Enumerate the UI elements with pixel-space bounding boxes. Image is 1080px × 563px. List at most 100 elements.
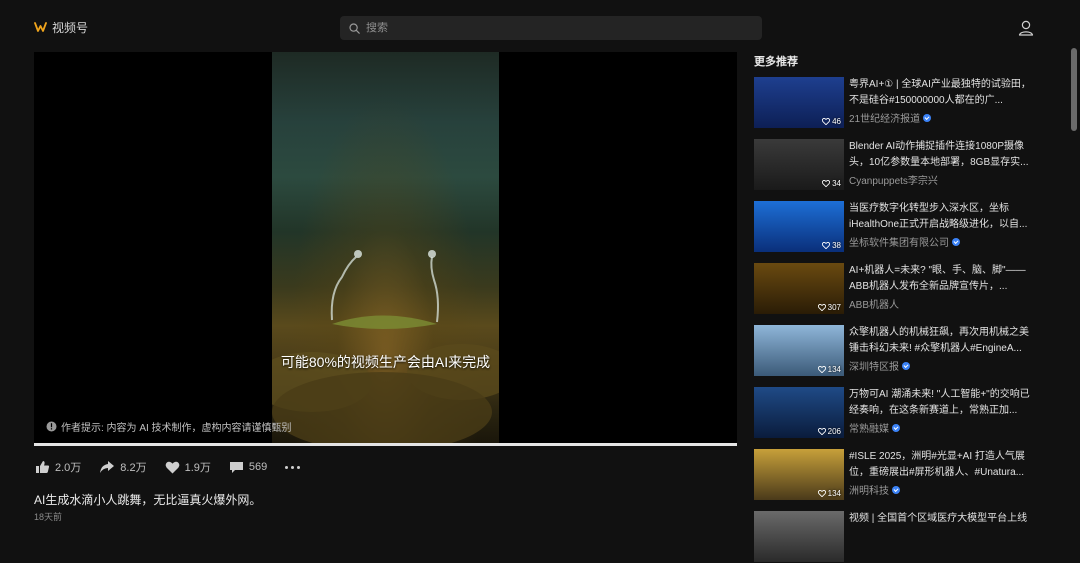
recommendation-title[interactable]: 万物可AI 潮涌未来! "人工智能+"的交响已经奏响，在这条新赛道上，常熟正加.… (849, 387, 1031, 419)
recommendation-item[interactable]: 34 Blender AI动作捕捉插件连接1080P摄像头，10亿参数量本地部署，… (754, 139, 1044, 191)
favorite-count: 1.9万 (184, 462, 211, 474)
video-player[interactable]: 可能80%的视频生产会由AI来完成 作者提示: 内容为 AI 技术制作，虚构内容… (34, 52, 737, 443)
like-button[interactable]: 2.0万 (35, 459, 81, 475)
progress-bar[interactable] (34, 443, 737, 446)
thumbnail-like-count: 307 (817, 303, 841, 312)
like-count: 38 (832, 241, 841, 250)
comment-button[interactable]: 569 (229, 461, 267, 474)
more-dot-icon (297, 465, 301, 469)
recommendation-thumbnail[interactable]: 38 (754, 201, 844, 252)
video-timestamp: 18天前 (34, 512, 63, 522)
recommendation-author[interactable]: 洲明科技 (849, 482, 900, 497)
comment-icon (229, 461, 243, 473)
video-subtitle: 可能80%的视频生产会由AI来完成 (280, 354, 491, 370)
like-count: 134 (827, 365, 841, 374)
author-name: 洲明科技 (849, 486, 889, 497)
heart-icon (817, 366, 826, 373)
recommendation-author[interactable]: Cyanpuppets李宗兴 (849, 172, 938, 187)
author-name: 坐标软件集团有限公司 (849, 238, 949, 249)
thumbnail-like-count: 206 (817, 427, 841, 436)
share-button[interactable]: 8.2万 (99, 459, 147, 475)
recommendation-author[interactable]: 坐标软件集团有限公司 (849, 234, 960, 249)
thumbnail-like-count: 134 (817, 365, 841, 374)
author-name: 常熟融媒 (849, 424, 889, 435)
like-count: 134 (827, 489, 841, 498)
action-bar: 2.0万 8.2万 1.9万 569 (35, 459, 301, 475)
recommendation-thumbnail[interactable]: 134 (754, 325, 844, 376)
video-title: AI生成水滴小人跳舞，无比逼真火爆外网。 (34, 493, 262, 507)
recommendation-title[interactable]: 粤界AI+① | 全球AI产业最独特的试验田，不是硅谷#150000000人都在… (849, 77, 1031, 109)
heart-icon (822, 118, 831, 125)
author-name: Cyanpuppets李宗兴 (849, 176, 938, 187)
recommendation-thumbnail[interactable]: 206 (754, 387, 844, 438)
recommendation-item[interactable]: 206 万物可AI 潮涌未来! "人工智能+"的交响已经奏响，在这条新赛道上，常熟… (754, 387, 1044, 439)
recommendation-author[interactable]: 常熟融媒 (849, 420, 900, 435)
thumbnail-like-count: 38 (822, 241, 841, 250)
recommendation-item[interactable]: 46 粤界AI+① | 全球AI产业最独特的试验田，不是硅谷#150000000人… (754, 77, 1044, 129)
recommendation-title[interactable]: 当医疗数字化转型步入深水区，坐标iHealthOne正式开启战略级进化，以自..… (849, 201, 1031, 233)
recommendation-thumbnail[interactable]: 46 (754, 77, 844, 128)
recommendation-author[interactable]: ABB机器人 (849, 296, 899, 311)
like-count: 206 (827, 427, 841, 436)
share-icon (100, 461, 115, 473)
brand[interactable]: 视频号 (34, 19, 88, 36)
recommendation-title[interactable]: AI+机器人=未来? "眼、手、脑、脚"——ABB机器人发布全新品牌宣传片，..… (849, 263, 1031, 295)
recommendation-title[interactable]: 视频 | 全国首个区域医疗大模型平台上线 (849, 511, 1031, 543)
heart-icon (822, 242, 831, 249)
thumbs-up-icon (36, 461, 50, 473)
user-button[interactable] (1017, 19, 1035, 37)
search-icon (349, 22, 360, 34)
verified-badge-icon (892, 485, 900, 494)
recommendation-thumbnail[interactable]: 134 (754, 449, 844, 500)
user-icon (1018, 20, 1034, 36)
author-name: 深圳特区报 (849, 362, 899, 373)
progress-fill (34, 443, 737, 446)
thumbnail-like-count: 34 (822, 179, 841, 188)
heart-icon (817, 490, 826, 497)
info-icon (46, 421, 57, 432)
search-input[interactable] (366, 22, 746, 34)
recommendations-heading: 更多推荐 (754, 56, 798, 68)
heart-icon (817, 428, 826, 435)
ai-notice-text: 作者提示: 内容为 AI 技术制作，虚构内容请谨慎甄别 (61, 423, 292, 434)
like-count: 34 (832, 179, 841, 188)
author-name: ABB机器人 (849, 300, 900, 311)
brand-label: 视频号 (52, 21, 89, 35)
search-box[interactable] (340, 16, 762, 40)
recommendation-title[interactable]: 众擎机器人的机械狂飙，再次用机械之美锤击科幻未来! #众擎机器人#EngineA… (849, 325, 1031, 357)
heart-icon (822, 180, 831, 187)
channels-logo-icon (34, 22, 47, 32)
recommendation-thumbnail[interactable] (754, 511, 844, 562)
more-dot-icon (291, 465, 295, 469)
heart-icon (817, 304, 826, 311)
more-options-button[interactable] (285, 465, 301, 469)
verified-badge-icon (923, 113, 932, 122)
like-count: 46 (832, 117, 841, 126)
recommendation-item[interactable]: 307 AI+机器人=未来? "眼、手、脑、脚"——ABB机器人发布全新品牌宣传片… (754, 263, 1044, 315)
verified-badge-icon (902, 361, 910, 370)
share-count: 8.2万 (120, 462, 147, 474)
recommendation-thumbnail[interactable]: 34 (754, 139, 844, 190)
recommendation-item[interactable]: 134 #ISLE 2025，洲明#光显+AI 打造人气展位，重磅展出#屏形机器人… (754, 449, 1044, 501)
recommendation-item[interactable]: 38 当医疗数字化转型步入深水区，坐标iHealthOne正式开启战略级进化，以自… (754, 201, 1044, 253)
recommendation-item[interactable]: 134 众擎机器人的机械狂飙，再次用机械之美锤击科幻未来! #众擎机器人#Engi… (754, 325, 1044, 377)
ai-notice: 作者提示: 内容为 AI 技术制作，虚构内容请谨慎甄别 (46, 419, 292, 434)
water-figures-image (272, 250, 499, 443)
heart-icon (165, 461, 179, 473)
verified-badge-icon (892, 423, 900, 432)
scrollbar[interactable] (1071, 48, 1077, 131)
recommendation-title[interactable]: Blender AI动作捕捉插件连接1080P摄像头，10亿参数量本地部署，8G… (849, 139, 1031, 171)
author-name: 21世纪经济报道 (849, 114, 921, 125)
recommendation-thumbnail[interactable]: 307 (754, 263, 844, 314)
like-count: 307 (827, 303, 841, 312)
thumbnail-like-count: 134 (817, 489, 841, 498)
favorite-button[interactable]: 1.9万 (165, 459, 211, 475)
more-dot-icon (285, 465, 289, 469)
comment-count: 569 (248, 461, 268, 473)
recommendation-item[interactable]: 视频 | 全国首个区域医疗大模型平台上线 (754, 511, 1044, 563)
like-count: 2.0万 (55, 462, 82, 474)
recommendation-title[interactable]: #ISLE 2025，洲明#光显+AI 打造人气展位，重磅展出#屏形机器人、#U… (849, 449, 1031, 481)
recommendation-author[interactable]: 深圳特区报 (849, 358, 910, 373)
recommendation-author[interactable]: 21世纪经济报道 (849, 110, 932, 125)
video-frame[interactable] (272, 52, 499, 443)
